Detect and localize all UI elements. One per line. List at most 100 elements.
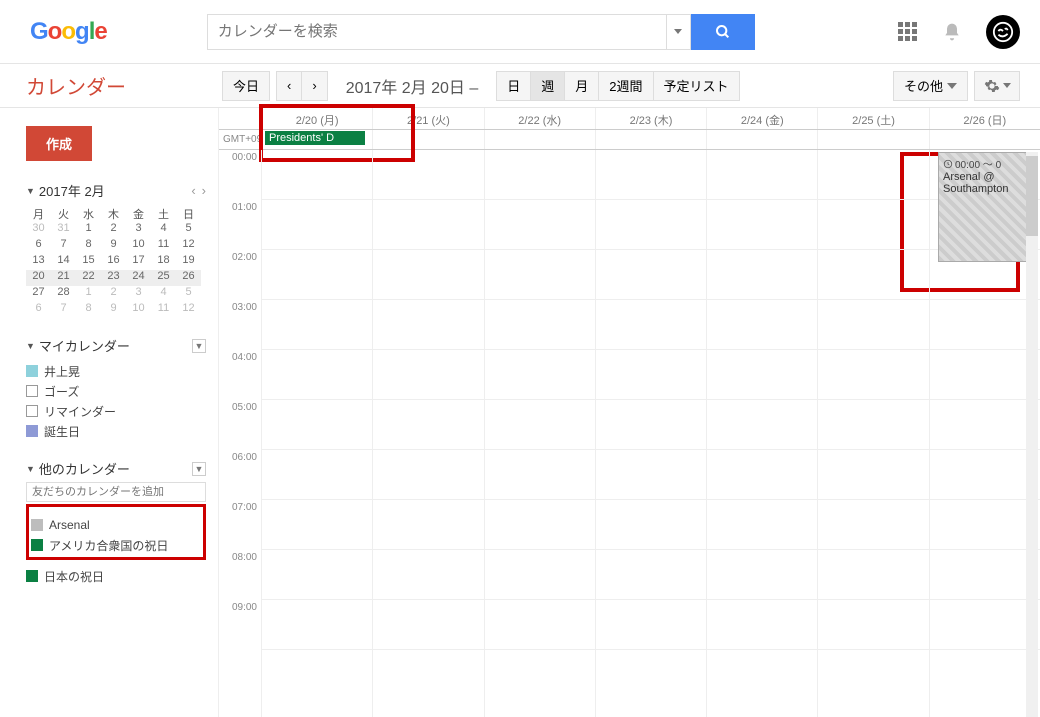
- my-calendars-menu[interactable]: ▼: [192, 339, 206, 353]
- settings-button[interactable]: [974, 71, 1020, 101]
- mini-next[interactable]: ›: [202, 183, 206, 198]
- calendar-checkbox[interactable]: [26, 385, 38, 397]
- mini-day[interactable]: 2: [101, 286, 126, 302]
- mini-day[interactable]: 14: [51, 254, 76, 270]
- calendar-checkbox[interactable]: [26, 405, 38, 417]
- mini-day[interactable]: 12: [176, 302, 201, 318]
- mini-day[interactable]: 1: [76, 286, 101, 302]
- mini-day[interactable]: 5: [176, 222, 201, 238]
- other-menu[interactable]: その他: [893, 71, 968, 101]
- day-header[interactable]: 2/25 (土): [817, 108, 928, 129]
- calendar-item[interactable]: 日本の祝日: [26, 566, 206, 586]
- mini-day[interactable]: 7: [51, 302, 76, 318]
- mini-day[interactable]: 27: [26, 286, 51, 302]
- view-day[interactable]: 日: [496, 71, 531, 101]
- mini-day[interactable]: 28: [51, 286, 76, 302]
- grid-column[interactable]: [817, 150, 928, 717]
- day-header[interactable]: 2/21 (火): [372, 108, 483, 129]
- create-button[interactable]: 作成: [26, 126, 92, 161]
- mini-day[interactable]: 30: [26, 222, 51, 238]
- calendar-checkbox[interactable]: [31, 539, 43, 551]
- mini-day[interactable]: 18: [151, 254, 176, 270]
- calendar-item[interactable]: Arsenal: [31, 515, 201, 535]
- allday-cell[interactable]: [484, 130, 595, 149]
- mini-day[interactable]: 6: [26, 302, 51, 318]
- avatar[interactable]: [986, 15, 1020, 49]
- calendar-checkbox[interactable]: [26, 365, 38, 377]
- grid-column[interactable]: [595, 150, 706, 717]
- allday-cell[interactable]: [817, 130, 928, 149]
- add-friend-calendar-input[interactable]: [26, 482, 206, 502]
- calendar-checkbox[interactable]: [31, 519, 43, 531]
- day-header[interactable]: 2/24 (金): [706, 108, 817, 129]
- calendar-checkbox[interactable]: [26, 570, 38, 582]
- mini-day[interactable]: 25: [151, 270, 176, 286]
- mini-day[interactable]: 3: [126, 286, 151, 302]
- mini-day[interactable]: 11: [151, 238, 176, 254]
- mini-day[interactable]: 26: [176, 270, 201, 286]
- mini-day[interactable]: 17: [126, 254, 151, 270]
- mini-day[interactable]: 5: [176, 286, 201, 302]
- allday-cell[interactable]: [929, 130, 1040, 149]
- today-button[interactable]: 今日: [222, 71, 270, 101]
- calendar-item[interactable]: リマインダー: [26, 401, 206, 421]
- calendar-item[interactable]: ゴーズ: [26, 381, 206, 401]
- mini-day[interactable]: 3: [126, 222, 151, 238]
- prev-button[interactable]: ‹: [276, 71, 302, 101]
- calendar-item[interactable]: 誕生日: [26, 421, 206, 441]
- mini-day[interactable]: 16: [101, 254, 126, 270]
- collapse-icon[interactable]: ▼: [26, 341, 35, 351]
- other-calendars-menu[interactable]: ▼: [192, 462, 206, 476]
- mini-day[interactable]: 21: [51, 270, 76, 286]
- mini-day[interactable]: 10: [126, 238, 151, 254]
- search-input[interactable]: [207, 14, 667, 50]
- mini-day[interactable]: 15: [76, 254, 101, 270]
- allday-cell[interactable]: [595, 130, 706, 149]
- mini-day[interactable]: 8: [76, 238, 101, 254]
- day-header[interactable]: 2/22 (水): [484, 108, 595, 129]
- view-month[interactable]: 月: [565, 71, 599, 101]
- calendar-checkbox[interactable]: [26, 425, 38, 437]
- mini-day[interactable]: 13: [26, 254, 51, 270]
- mini-day[interactable]: 12: [176, 238, 201, 254]
- mini-day[interactable]: 23: [101, 270, 126, 286]
- mini-day[interactable]: 11: [151, 302, 176, 318]
- allday-cell[interactable]: [706, 130, 817, 149]
- apps-icon[interactable]: [898, 22, 918, 42]
- mini-day[interactable]: 9: [101, 302, 126, 318]
- mini-day[interactable]: 22: [76, 270, 101, 286]
- collapse-icon[interactable]: ▼: [26, 464, 35, 474]
- grid-column[interactable]: [706, 150, 817, 717]
- mini-day[interactable]: 19: [176, 254, 201, 270]
- day-header[interactable]: 2/23 (木): [595, 108, 706, 129]
- calendar-item[interactable]: アメリカ合衆国の祝日: [31, 535, 201, 555]
- mini-day[interactable]: 9: [101, 238, 126, 254]
- mini-day[interactable]: 10: [126, 302, 151, 318]
- mini-prev[interactable]: ‹: [191, 183, 195, 198]
- allday-cell[interactable]: [372, 130, 483, 149]
- day-columns[interactable]: 00:00 ～ 0 Arsenal @ Southampton: [261, 150, 1040, 717]
- calendar-item[interactable]: 井上晃: [26, 361, 206, 381]
- scrollbar[interactable]: [1026, 152, 1038, 717]
- holiday-event[interactable]: Presidents' D: [265, 131, 365, 145]
- mini-day[interactable]: 4: [151, 222, 176, 238]
- day-header[interactable]: 2/20 (月): [261, 108, 372, 129]
- mini-day[interactable]: 24: [126, 270, 151, 286]
- mini-day[interactable]: 4: [151, 286, 176, 302]
- google-logo[interactable]: Google: [30, 18, 107, 46]
- event-arsenal[interactable]: 00:00 ～ 0 Arsenal @ Southampton: [938, 152, 1038, 262]
- next-button[interactable]: ›: [302, 71, 327, 101]
- mini-day[interactable]: 1: [76, 222, 101, 238]
- mini-day[interactable]: 2: [101, 222, 126, 238]
- view-agenda[interactable]: 予定リスト: [654, 71, 740, 101]
- mini-day[interactable]: 20: [26, 270, 51, 286]
- mini-day[interactable]: 7: [51, 238, 76, 254]
- grid-column[interactable]: [484, 150, 595, 717]
- search-dropdown[interactable]: [667, 14, 691, 50]
- grid-column[interactable]: [372, 150, 483, 717]
- search-button[interactable]: [691, 14, 755, 50]
- day-header[interactable]: 2/26 (日): [929, 108, 1040, 129]
- collapse-icon[interactable]: ▼: [26, 186, 35, 196]
- mini-day[interactable]: 6: [26, 238, 51, 254]
- grid-column[interactable]: [261, 150, 372, 717]
